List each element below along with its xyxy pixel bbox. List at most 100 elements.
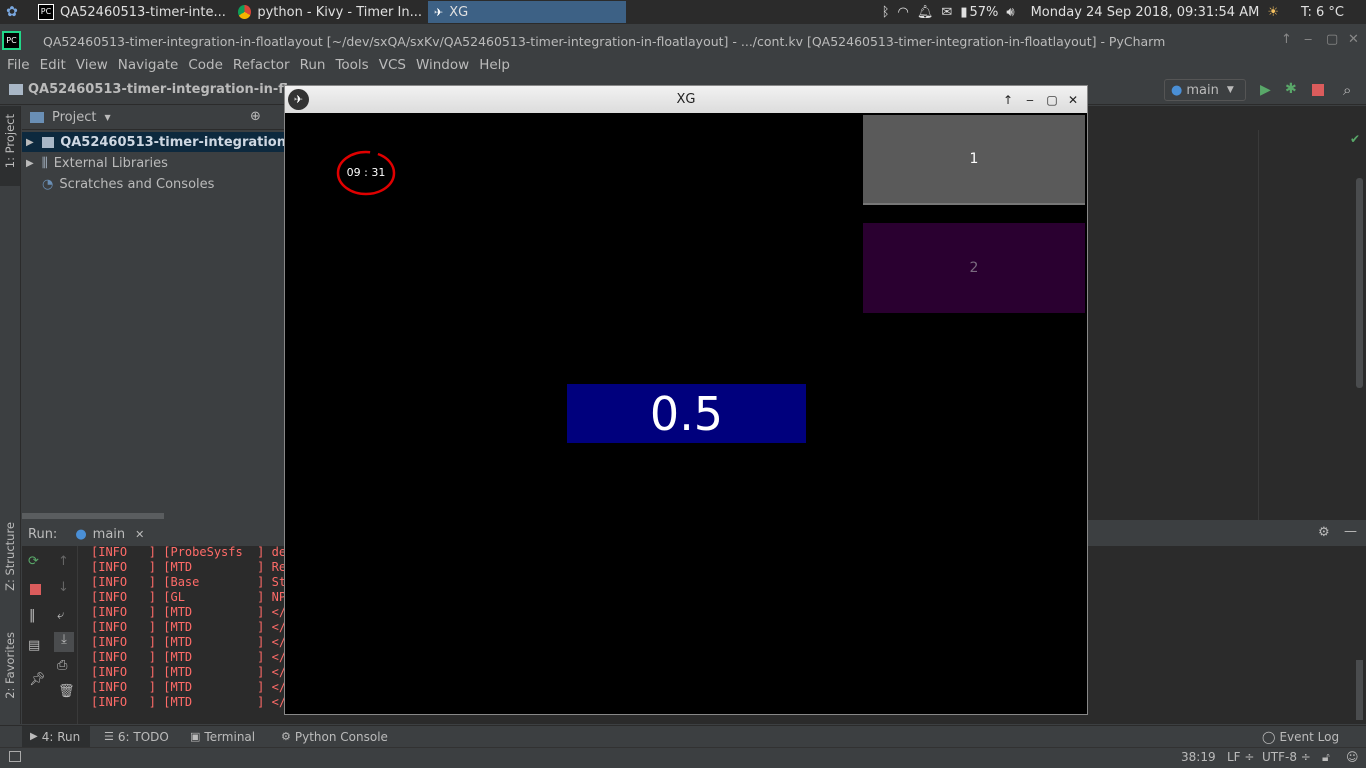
menu-view[interactable]: View [71,57,113,73]
titlebar-maximize-icon[interactable]: ▢ [1326,32,1338,47]
gear-icon[interactable]: ⚙ [1318,525,1330,540]
console-scrollbar[interactable] [1356,660,1363,720]
tab-label: 6: TODO [117,729,169,744]
wifi-icon[interactable]: ◠ [898,5,909,20]
event-log-button[interactable]: ◯ Event Log [1262,726,1339,747]
tab-python-console[interactable]: ⚙ Python Console [277,726,388,747]
menu-help[interactable]: Help [474,57,515,73]
soft-wrap-icon[interactable]: ⤶ [57,608,64,623]
project-header-label[interactable]: Project [52,110,96,125]
caret-position[interactable]: 38:19 [1181,750,1216,764]
tree-item-external-libraries[interactable]: ▶ ⫼ External Libraries [22,153,168,173]
stop-icon[interactable] [1312,84,1324,96]
menu-edit[interactable]: Edit [35,57,71,73]
inspector-icon[interactable]: ☺ [1346,750,1359,764]
titlebar-up-icon[interactable]: ↑ [1281,32,1292,47]
run-icon[interactable]: ▶ [1260,82,1271,98]
tab-terminal[interactable]: ▣ Terminal [186,726,255,747]
event-log-label: Event Log [1279,729,1340,744]
folder-icon [9,84,23,95]
python-icon: ● [1171,82,1183,98]
log-line: [INFO ] [MTD ] </d [91,665,294,679]
tree-item-project[interactable]: ▶ QA52460513-timer-integration [22,132,286,152]
stop-icon[interactable] [30,584,41,595]
structure-tool-tab[interactable]: Z: Structure [0,516,20,608]
bluetooth-icon[interactable]: ᛒ [882,5,890,20]
print-icon[interactable]: ⎙ [57,658,67,673]
menu-refactor[interactable]: Refactor [228,57,295,73]
file-encoding[interactable]: UTF-8 ÷ [1262,750,1311,764]
log-line: [INFO ] [ProbeSysfs ] dev [91,546,294,559]
tab-label: 4: Run [41,729,81,744]
toggle-tool-windows-icon[interactable] [9,751,21,762]
weather-icon: ☀ [1267,4,1279,20]
ide-titlebar: PC QA52460513-timer-integration-in-float… [0,28,1366,54]
breadcrumb[interactable]: QA52460513-timer-integration-in-fl [28,82,288,97]
layout-icon[interactable]: ▤ [28,638,40,653]
project-tool-tab[interactable]: 1: Project [0,106,20,186]
tab-run[interactable]: ▶ 4: Run [22,726,90,747]
lock-icon[interactable]: 🔓︎ [1322,750,1330,765]
run-toolbar: ⟳ ↑ ↓ ‖ ⤶ ▤ ⤓ ⎙ 📌︎ 🗑︎ [22,546,78,724]
titlebar-minimize-icon[interactable]: ‒ [1304,32,1312,47]
menu-bar: File Edit View Navigate Code Refactor Ru… [0,54,1366,76]
run-config-select[interactable]: ● main ▼ [1164,79,1246,101]
chevron-down-icon[interactable]: ▼ [104,113,110,122]
expand-arrow-icon[interactable]: ▶ [26,158,34,169]
task-pycharm[interactable]: PC QA52460513-timer-inte... [32,1,232,23]
task-xg[interactable]: ✈ XG [428,1,626,23]
ide-title: QA52460513-timer-integration-in-floatlay… [43,33,1166,49]
search-icon[interactable]: ⌕ [1343,81,1351,99]
button-2[interactable]: 2 [863,223,1085,313]
menu-tools[interactable]: Tools [330,57,373,73]
task-chrome[interactable]: python - Kivy - Timer In... [232,1,428,23]
window-close-icon[interactable]: ✕ [1064,91,1082,108]
menu-navigate[interactable]: Navigate [113,57,184,73]
titlebar-close-icon[interactable]: ✕ [1348,32,1359,47]
run-tab-main[interactable]: main [93,527,125,542]
scroll-down-icon[interactable]: ↓ [58,580,69,595]
kivy-window-titlebar[interactable]: ✈ XG ↑ ‒ ▢ ✕ [285,86,1087,113]
pin-icon[interactable]: 📌︎ [29,672,46,687]
horizontal-scrollbar[interactable] [22,513,164,519]
tree-item-label: QA52460513-timer-integration [60,134,286,150]
battery-icon[interactable]: ▮ [960,5,967,20]
vertical-scrollbar[interactable] [1356,178,1363,388]
expand-arrow-icon[interactable]: ▶ [26,137,34,148]
favorites-tool-tab[interactable]: 2: Favorites [0,626,20,718]
line-separator[interactable]: LF ÷ [1227,750,1254,764]
menu-file[interactable]: File [2,57,35,73]
trash-icon[interactable]: 🗑︎ [58,684,75,699]
volume-icon[interactable]: 🔊︎ [1006,5,1014,20]
tab-todo[interactable]: ☰ 6: TODO [100,726,169,747]
window-maximize-icon[interactable]: ▢ [1043,91,1061,108]
task-label: python - Kivy - Timer In... [257,4,422,20]
weather-temp: T: 6 °C [1300,4,1344,20]
event-log-icon: ◯ [1262,729,1276,744]
window-up-icon[interactable]: ↑ [999,91,1017,108]
run-label: Run: [28,526,58,542]
menu-vcs[interactable]: VCS [374,57,411,73]
debug-icon[interactable]: ✱ [1285,81,1297,97]
menu-code[interactable]: Code [183,57,228,73]
hide-panel-icon[interactable]: — [1344,524,1357,539]
locate-icon[interactable]: ⊕ [250,109,261,124]
button-1[interactable]: 1 [863,115,1085,205]
scroll-end-icon[interactable]: ⤓ [54,632,74,652]
editor-right-area: ✔ [1088,106,1366,520]
menu-run[interactable]: Run [295,57,331,73]
tree-item-scratches[interactable]: ◔ Scratches and Consoles [22,174,214,194]
mail-icon[interactable]: ✉ [941,5,952,20]
close-icon[interactable]: ✕ [135,528,144,541]
rerun-icon[interactable]: ⟳ [28,554,39,569]
kivy-icon: ✈ [434,5,444,19]
tab-label: Terminal [204,729,256,744]
menu-window[interactable]: Window [411,57,474,73]
window-minimize-icon[interactable]: ‒ [1021,91,1039,108]
scroll-up-icon[interactable]: ↑ [58,554,69,569]
kde-menu-icon[interactable]: ✿ [0,1,24,23]
pause-icon[interactable]: ‖ [29,608,36,623]
python-icon: ● [75,526,87,542]
notification-bell-icon[interactable]: 🔔︎ [917,5,934,20]
clock-datetime[interactable]: Monday 24 Sep 2018, 09:31:54 AM [1031,5,1260,20]
